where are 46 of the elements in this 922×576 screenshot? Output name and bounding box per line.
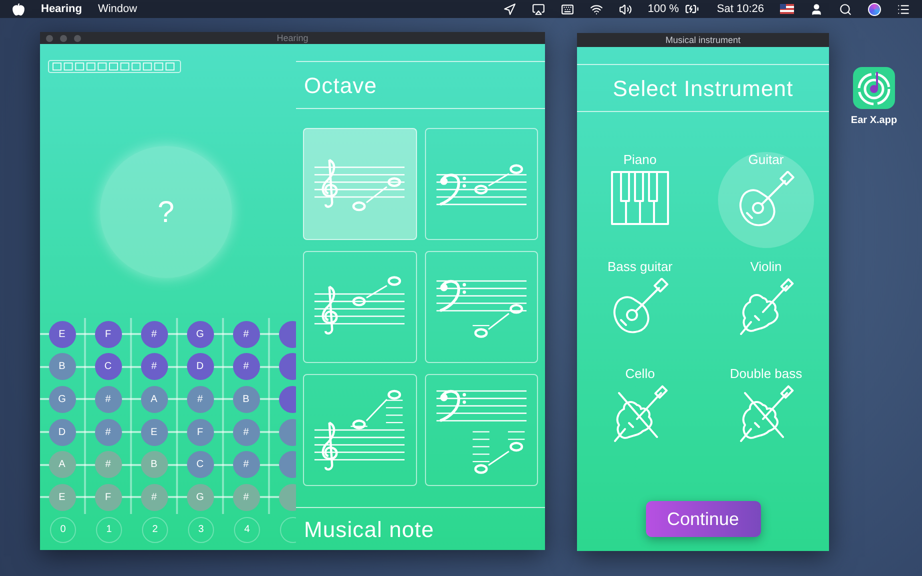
cello-with-bow-icon — [737, 385, 795, 443]
apple-menu-icon[interactable] — [12, 2, 25, 16]
cello-with-bow-icon — [611, 385, 669, 443]
keyboard-icon[interactable] — [560, 2, 574, 16]
instrument-label: Cello — [624, 367, 656, 381]
window-title: Musical instrument — [665, 36, 741, 44]
app-icon[interactable] — [853, 67, 895, 109]
guitar-icon — [737, 171, 795, 229]
instrument-option[interactable]: Cello — [592, 366, 688, 462]
musical-note-heading: Musical note — [303, 516, 436, 544]
instrument-label: Double bass — [728, 367, 804, 381]
airplay-icon[interactable] — [532, 2, 545, 16]
siri-icon[interactable] — [868, 2, 881, 16]
location-icon[interactable] — [502, 2, 516, 16]
instrument-option[interactable]: Bass guitar — [592, 259, 688, 355]
progress-squares-icon — [48, 60, 181, 73]
instrument-label: Piano — [622, 153, 658, 167]
select-instrument-heading: Select Instrument — [612, 74, 794, 102]
violin-icon — [737, 278, 795, 336]
battery-icon[interactable] — [682, 2, 701, 16]
instrument-label: Violin — [749, 260, 783, 274]
wifi-icon[interactable] — [590, 2, 603, 16]
fret-number[interactable]: 4 — [234, 516, 260, 543]
battery-percentage: 100 % — [648, 2, 679, 17]
app-menu[interactable]: Hearing — [41, 0, 82, 18]
app-icon-label[interactable]: Ear X.app — [850, 113, 898, 128]
menu-clock[interactable]: Sat 10:26 — [716, 0, 764, 18]
volume-icon[interactable] — [618, 2, 632, 16]
octave-heading: Octave — [303, 72, 378, 100]
continue-button[interactable]: Continue — [646, 501, 760, 537]
search-icon[interactable] — [839, 2, 852, 16]
list-icon[interactable] — [897, 2, 910, 16]
fret-number[interactable]: 3 — [188, 516, 214, 543]
fret-number[interactable]: 1 — [96, 516, 122, 543]
piano-keys-icon — [611, 171, 669, 225]
fret-number[interactable]: 2 — [142, 516, 168, 543]
instrument-option[interactable]: Violin — [718, 259, 814, 355]
instrument-option[interactable]: Double bass — [718, 366, 814, 462]
user-icon[interactable] — [810, 2, 823, 16]
instrument-label: Guitar — [747, 153, 785, 167]
instrument-label: Bass guitar — [606, 260, 674, 274]
flag-icon[interactable] — [780, 4, 794, 14]
fret-number[interactable]: 0 — [50, 516, 76, 543]
guitar-icon — [611, 278, 669, 336]
menu-item[interactable]: Window — [98, 0, 138, 18]
window-title: Hearing — [276, 34, 308, 42]
